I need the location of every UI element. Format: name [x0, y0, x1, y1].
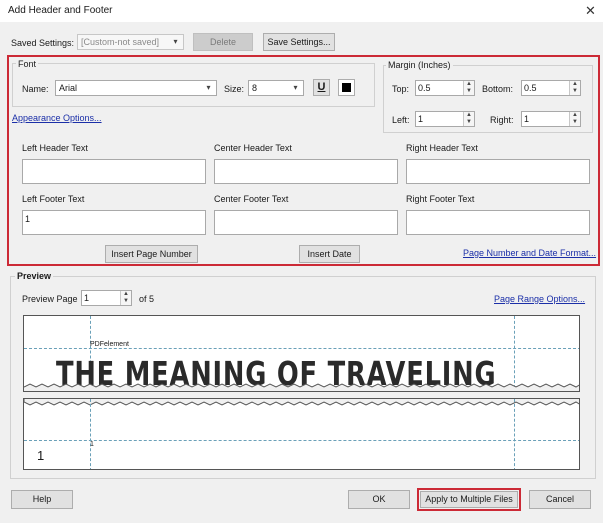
center-header-label: Center Header Text — [214, 143, 292, 153]
center-footer-input[interactable] — [214, 210, 398, 235]
font-color-button[interactable] — [338, 79, 355, 96]
center-footer-label: Center Footer Text — [214, 194, 289, 204]
spin-down-icon[interactable]: ▼ — [569, 119, 580, 126]
appearance-options-link[interactable]: Appearance Options... — [12, 113, 102, 123]
margin-bottom-label: Bottom: — [482, 84, 514, 94]
torn-edge-icon — [24, 399, 579, 406]
font-name-value: Arial — [59, 83, 78, 93]
page-number-preview: 1 — [37, 448, 45, 463]
help-button[interactable]: Help — [11, 490, 73, 509]
close-icon[interactable]: ✕ — [585, 3, 596, 19]
spin-down-icon[interactable]: ▼ — [463, 119, 474, 126]
right-margin-guide — [514, 399, 515, 469]
margin-right-label: Right: — [490, 115, 514, 125]
header-margin-guide — [24, 348, 579, 349]
margin-bottom-value: 0.5 — [524, 83, 537, 93]
chevron-down-icon: ▾ — [173, 37, 178, 46]
spin-down-icon[interactable]: ▼ — [463, 88, 474, 95]
font-size-label: Size: — [224, 84, 245, 94]
right-footer-input[interactable] — [406, 210, 590, 235]
font-name-label: Name: — [22, 84, 49, 94]
margin-group-label: Margin (Inches) — [386, 60, 453, 70]
torn-edge-icon — [24, 383, 579, 391]
apply-to-multiple-files-button[interactable]: Apply to Multiple Files — [420, 491, 518, 508]
header-preview-text: PDFelement — [90, 341, 129, 348]
delete-button[interactable]: Delete — [193, 33, 253, 51]
left-header-input[interactable] — [22, 159, 206, 184]
font-size-select[interactable]: 8 ▾ — [248, 80, 304, 96]
page-count-label: of 5 — [139, 294, 155, 304]
spin-down-icon[interactable]: ▼ — [120, 298, 131, 305]
insert-date-button[interactable]: Insert Date — [299, 245, 360, 263]
saved-settings-select[interactable]: [Custom-not saved] ▾ — [77, 34, 184, 50]
margin-left-stepper[interactable]: 1 ▲ ▼ — [415, 111, 475, 127]
color-swatch-icon — [342, 83, 351, 92]
left-footer-label: Left Footer Text — [22, 194, 85, 204]
margin-top-label: Top: — [392, 84, 410, 94]
footer-margin-guide — [24, 440, 579, 441]
cancel-button[interactable]: Cancel — [529, 490, 591, 509]
preview-footer-area: 1 1 — [23, 398, 580, 470]
right-margin-guide — [514, 316, 515, 391]
left-header-label: Left Header Text — [22, 143, 88, 153]
preview-page-value: 1 — [84, 293, 90, 303]
page-number-date-format-link[interactable]: Page Number and Date Format... — [463, 248, 596, 258]
center-header-input[interactable] — [214, 159, 398, 184]
page-range-options-link[interactable]: Page Range Options... — [494, 294, 585, 304]
left-margin-guide — [90, 399, 91, 469]
margin-bottom-stepper[interactable]: 0.5 ▲ ▼ — [521, 80, 581, 96]
spin-down-icon[interactable]: ▼ — [569, 88, 580, 95]
saved-settings-label: Saved Settings: — [11, 38, 75, 48]
font-size-value: 8 — [252, 83, 258, 93]
preview-page-label: Preview Page — [22, 294, 78, 304]
right-footer-label: Right Footer Text — [406, 194, 475, 204]
font-group-label: Font — [16, 59, 39, 69]
margin-top-value: 0.5 — [418, 83, 431, 93]
left-footer-value: 1 — [25, 214, 31, 224]
margin-right-stepper[interactable]: 1 ▲ ▼ — [521, 111, 581, 127]
left-footer-input[interactable]: 1 — [22, 210, 206, 235]
margin-left-value: 1 — [418, 114, 424, 124]
chevron-down-icon: ▾ — [293, 83, 298, 92]
right-header-label: Right Header Text — [406, 143, 478, 153]
window-title: Add Header and Footer — [8, 5, 113, 16]
preview-header-area: PDFelement THE MEANING OF TRAVELING — [23, 315, 580, 392]
insert-page-number-button[interactable]: Insert Page Number — [105, 245, 198, 263]
preview-page-stepper[interactable]: 1 ▲ ▼ — [81, 290, 132, 306]
font-name-select[interactable]: Arial ▾ — [55, 80, 217, 96]
footer-preview-text: 1 — [90, 441, 94, 448]
underline-button[interactable]: U — [313, 79, 330, 96]
saved-settings-value: [Custom-not saved] — [81, 37, 160, 47]
margin-left-label: Left: — [392, 115, 410, 125]
underline-icon: U — [317, 81, 326, 93]
chevron-down-icon: ▾ — [206, 83, 211, 92]
save-settings-button[interactable]: Save Settings... — [263, 33, 335, 51]
right-header-input[interactable] — [406, 159, 590, 184]
ok-button[interactable]: OK — [348, 490, 410, 509]
preview-group-label: Preview — [15, 271, 54, 281]
margin-top-stepper[interactable]: 0.5 ▲ ▼ — [415, 80, 475, 96]
margin-right-value: 1 — [524, 114, 530, 124]
